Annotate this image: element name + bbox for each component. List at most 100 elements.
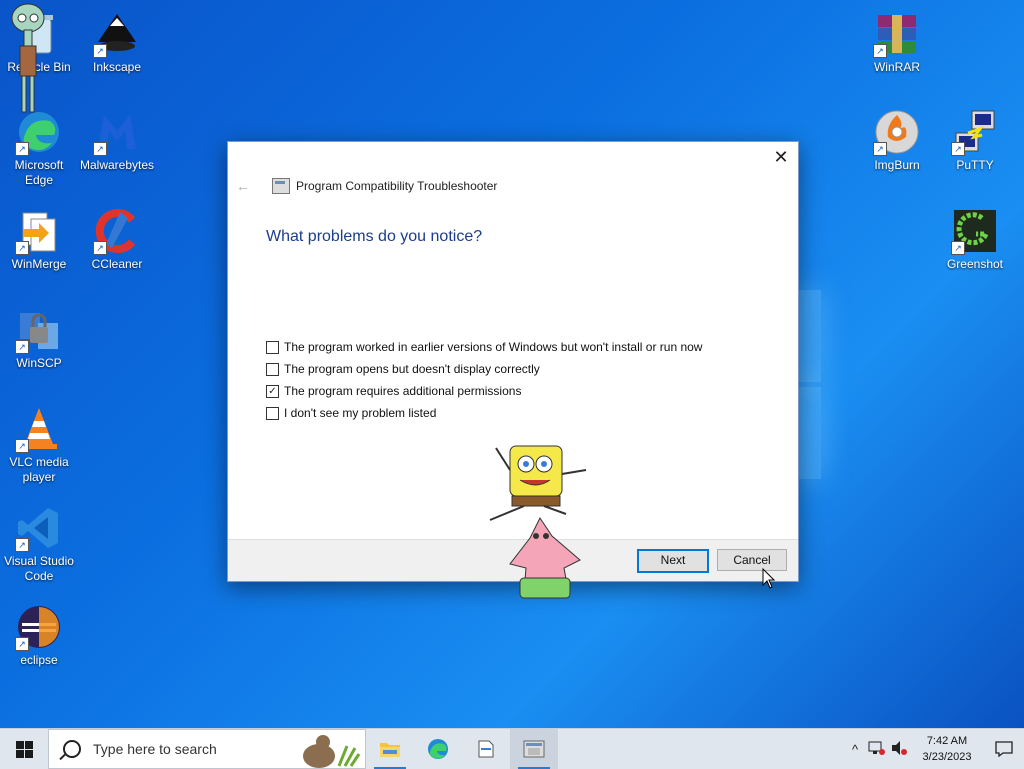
troubleshooter-app-icon — [523, 740, 545, 758]
vscode-icon: ↗ — [15, 504, 63, 552]
shortcut-arrow-icon: ↗ — [951, 241, 965, 255]
desktop-icon-greenshot[interactable]: ↗ Greenshot — [936, 207, 1014, 272]
close-icon[interactable]: ✕ — [770, 146, 792, 168]
troubleshooter-app-icon — [272, 178, 290, 194]
shortcut-arrow-icon: ↗ — [15, 538, 29, 552]
option-additional-permissions[interactable]: ✓ The program requires additional permis… — [266, 380, 702, 402]
desktop-icon-label: Malwarebytes — [79, 158, 155, 172]
search-icon — [63, 740, 81, 758]
next-button[interactable]: Next — [637, 549, 709, 573]
desktop-icon-label: Visual Studio Code — [4, 554, 74, 583]
option-label: The program requires additional permissi… — [284, 384, 522, 398]
desktop-icon-label: PuTTY — [956, 158, 994, 172]
shortcut-arrow-icon: ↗ — [15, 142, 29, 156]
taskbar-clock[interactable]: 7:42 AM 3/23/2023 — [910, 733, 984, 765]
taskbar: Type here to search ^ 7:42 AM 3/23/2023 — [0, 728, 1024, 769]
option-display-incorrect[interactable]: The program opens but doesn't display co… — [266, 358, 702, 380]
ccleaner-icon: ↗ — [93, 207, 141, 255]
desktop-icon-label: ImgBurn — [874, 158, 920, 172]
dialog-question: What problems do you notice? — [266, 228, 483, 245]
taskbar-search-box[interactable]: Type here to search — [48, 729, 366, 769]
volume-muted-icon[interactable] — [888, 740, 910, 759]
mouse-cursor-icon — [762, 567, 776, 594]
taskbar-program[interactable] — [462, 729, 510, 769]
desktop: Recycle Bin ↗ Inkscape ↗ Microsoft Edge … — [0, 0, 1024, 728]
winscp-icon: ↗ — [15, 306, 63, 354]
taskbar-edge[interactable] — [414, 729, 462, 769]
desktop-icon-ccleaner[interactable]: ↗ CCleaner — [78, 207, 156, 272]
desktop-icon-vlc[interactable]: ↗ VLC media player — [0, 405, 78, 485]
desktop-icon-label: Microsoft Edge — [14, 158, 64, 187]
desktop-icon-label: CCleaner — [91, 257, 143, 271]
clock-date: 3/23/2023 — [922, 751, 972, 763]
desktop-icon-label: VLC media player — [9, 455, 69, 484]
imgburn-disc-icon: ↗ — [873, 108, 921, 156]
chevron-up-icon[interactable]: ^ — [844, 742, 866, 757]
dialog-title: Program Compatibility Troubleshooter — [296, 179, 498, 193]
option-label: The program opens but doesn't display co… — [284, 362, 540, 376]
taskbar-file-explorer[interactable] — [366, 729, 414, 769]
vlc-cone-icon: ↗ — [15, 405, 63, 453]
putty-icon: ↗ — [951, 108, 999, 156]
search-placeholder: Type here to search — [93, 741, 217, 757]
wallpaper-logo-pane — [799, 387, 821, 479]
winrar-icon: ↗ — [873, 10, 921, 58]
squidward-sticker — [8, 2, 48, 122]
shortcut-arrow-icon: ↗ — [93, 241, 107, 255]
cancel-button[interactable]: Cancel — [717, 549, 787, 571]
option-label: The program worked in earlier versions o… — [284, 340, 703, 354]
option-not-listed[interactable]: I don't see my problem listed — [266, 402, 702, 424]
file-icon — [478, 740, 494, 758]
desktop-icon-putty[interactable]: ↗ PuTTY — [936, 108, 1014, 173]
desktop-icon-vscode[interactable]: ↗ Visual Studio Code — [0, 504, 78, 584]
option-label: I don't see my problem listed — [284, 406, 437, 420]
shortcut-arrow-icon: ↗ — [93, 142, 107, 156]
desktop-icon-eclipse[interactable]: ↗ eclipse — [0, 603, 78, 668]
shortcut-arrow-icon: ↗ — [15, 340, 29, 354]
checkbox[interactable] — [266, 340, 279, 354]
shortcut-arrow-icon: ↗ — [873, 142, 887, 156]
desktop-icon-label: Greenshot — [946, 257, 1004, 271]
eclipse-icon: ↗ — [15, 603, 63, 651]
desktop-icon-winscp[interactable]: ↗ WinSCP — [0, 306, 78, 371]
desktop-icon-label: WinSCP — [16, 356, 62, 370]
shortcut-arrow-icon: ↗ — [15, 637, 29, 651]
clock-time: 7:42 AM — [926, 735, 968, 747]
checkbox[interactable] — [266, 406, 279, 420]
search-highlight-illustration-icon — [303, 735, 361, 768]
taskbar-troubleshooter[interactable] — [510, 729, 558, 769]
desktop-icon-label: WinMerge — [11, 257, 67, 271]
option-earlier-versions[interactable]: The program worked in earlier versions o… — [266, 336, 702, 358]
network-icon[interactable] — [866, 740, 888, 759]
start-button[interactable] — [0, 729, 48, 769]
wallpaper-logo-pane — [799, 290, 821, 382]
checkbox[interactable] — [266, 362, 279, 376]
spongebob-patrick-sticker — [484, 440, 594, 608]
back-arrow-icon[interactable]: ← — [236, 178, 256, 194]
desktop-icon-label: WinRAR — [873, 60, 920, 74]
problem-options-list: The program worked in earlier versions o… — [266, 336, 702, 424]
folder-icon — [380, 743, 400, 757]
dialog-header: ← Program Compatibility Troubleshooter — [236, 178, 497, 194]
desktop-icon-imgburn[interactable]: ↗ ImgBurn — [858, 108, 936, 173]
greenshot-icon: ↗ — [951, 207, 999, 255]
desktop-icon-label: Inkscape — [92, 60, 142, 74]
edge-icon — [428, 739, 448, 759]
desktop-icon-label: eclipse — [20, 653, 58, 667]
desktop-icon-winrar[interactable]: ↗ WinRAR — [858, 10, 936, 75]
desktop-icon-winmerge[interactable]: ↗ WinMerge — [0, 207, 78, 272]
winmerge-icon: ↗ — [15, 207, 63, 255]
shortcut-arrow-icon: ↗ — [951, 142, 965, 156]
checkbox-checked[interactable]: ✓ — [266, 384, 279, 398]
desktop-icon-malwarebytes[interactable]: ↗ Malwarebytes — [78, 108, 156, 173]
desktop-icon-inkscape[interactable]: ↗ Inkscape — [78, 10, 156, 75]
shortcut-arrow-icon: ↗ — [15, 439, 29, 453]
system-tray: ^ 7:42 AM 3/23/2023 — [844, 729, 1024, 769]
windows-logo-icon — [15, 740, 33, 758]
malwarebytes-icon: ↗ — [93, 108, 141, 156]
shortcut-arrow-icon: ↗ — [93, 44, 107, 58]
shortcut-arrow-icon: ↗ — [873, 44, 887, 58]
notification-center-icon[interactable] — [984, 729, 1024, 769]
inkscape-icon: ↗ — [93, 10, 141, 58]
shortcut-arrow-icon: ↗ — [15, 241, 29, 255]
